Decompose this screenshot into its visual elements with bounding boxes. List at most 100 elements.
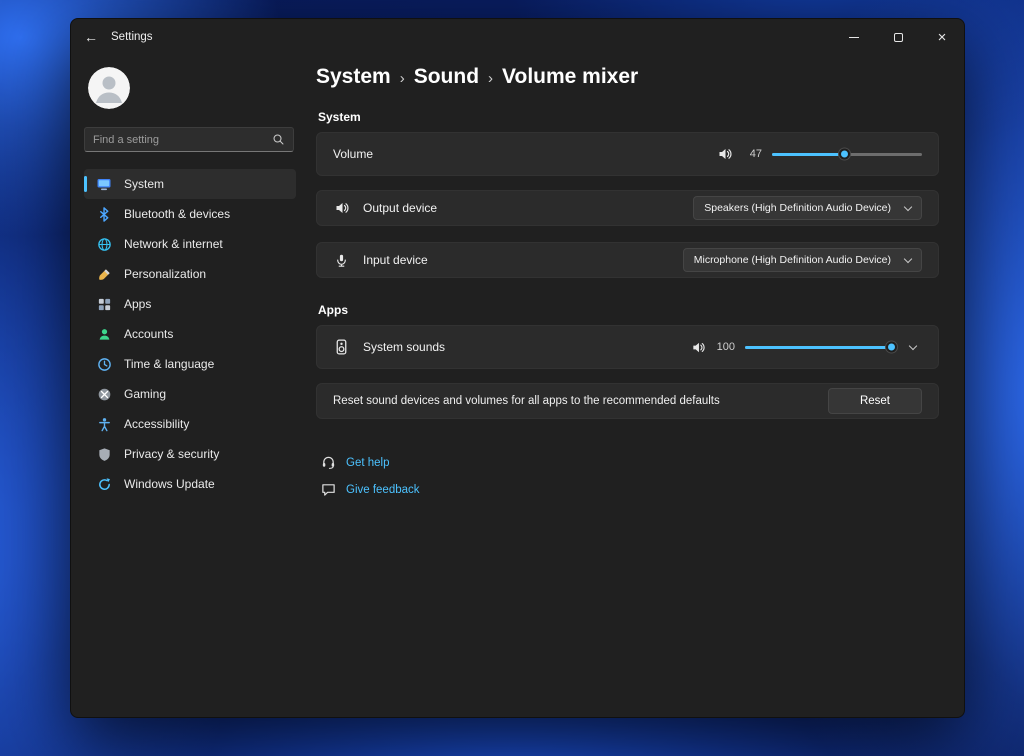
sidebar-item-privacy-security[interactable]: Privacy & security	[84, 439, 296, 469]
main-content: System › Sound › Volume mixer System Vol…	[306, 55, 964, 717]
get-help-row: Get help	[321, 455, 939, 470]
maximize-button[interactable]	[876, 19, 920, 55]
apps-grid-icon	[96, 296, 112, 312]
give-feedback-link[interactable]: Give feedback	[346, 484, 420, 496]
volume-card: Volume 47	[316, 132, 939, 176]
globe-icon	[96, 236, 112, 252]
slider-thumb[interactable]	[839, 149, 850, 160]
chevron-right-icon: ›	[488, 67, 493, 87]
system-sounds-slider[interactable]	[745, 339, 890, 355]
minimize-button[interactable]	[832, 19, 876, 55]
sidebar-item-personalization[interactable]: Personalization	[84, 259, 296, 289]
output-device-dropdown[interactable]: Speakers (High Definition Audio Device)	[693, 196, 922, 220]
sidebar: System Bluetooth & devices Network & int…	[71, 55, 306, 717]
brush-icon	[96, 266, 112, 282]
person-icon	[96, 326, 112, 342]
get-help-link[interactable]: Get help	[346, 457, 389, 469]
user-avatar-icon	[88, 67, 130, 109]
titlebar: ← Settings ×	[71, 19, 964, 55]
sidebar-item-accounts[interactable]: Accounts	[84, 319, 296, 349]
sidebar-item-accessibility[interactable]: Accessibility	[84, 409, 296, 439]
sidebar-item-gaming[interactable]: Gaming	[84, 379, 296, 409]
input-device-dropdown[interactable]: Microphone (High Definition Audio Device…	[683, 248, 922, 272]
reset-description: Reset sound devices and volumes for all …	[333, 395, 720, 407]
system-sounds-label: System sounds	[363, 340, 445, 354]
help-links: Get help Give feedback	[316, 455, 939, 497]
chevron-down-icon	[909, 341, 917, 349]
sidebar-item-windows-update[interactable]: Windows Update	[84, 469, 296, 499]
volume-value: 47	[743, 148, 762, 160]
slider-fill	[772, 153, 843, 156]
microphone-icon	[333, 252, 350, 269]
search-icon	[272, 133, 285, 146]
sidebar-item-label: Personalization	[124, 267, 206, 281]
caption-controls: ×	[832, 19, 964, 55]
slider-thumb[interactable]	[886, 342, 897, 353]
sidebar-item-label: Network & internet	[124, 237, 223, 251]
input-device-card: Input device Microphone (High Definition…	[316, 242, 939, 278]
sidebar-item-label: Apps	[124, 297, 151, 311]
close-button[interactable]: ×	[920, 19, 964, 55]
volume-slider[interactable]	[772, 146, 922, 162]
window-title: Settings	[111, 31, 153, 43]
breadcrumb-system[interactable]: System	[316, 65, 391, 89]
volume-controls: 47	[717, 146, 922, 162]
sidebar-item-time-language[interactable]: Time & language	[84, 349, 296, 379]
speaker-icon	[691, 340, 706, 355]
sidebar-item-network-internet[interactable]: Network & internet	[84, 229, 296, 259]
update-arrows-icon	[96, 476, 112, 492]
section-header-apps: Apps	[318, 303, 939, 317]
sidebar-item-label: System	[124, 177, 164, 191]
chevron-right-icon: ›	[400, 67, 405, 87]
maximize-icon	[894, 33, 903, 42]
output-device-card: Output device Speakers (High Definition …	[316, 190, 939, 226]
back-button[interactable]: ←	[71, 19, 111, 55]
speaker-icon	[333, 200, 350, 217]
headset-icon	[321, 455, 336, 470]
window-body: System Bluetooth & devices Network & int…	[71, 55, 964, 717]
system-sounds-app-icon	[333, 339, 350, 356]
system-sounds-controls: 100	[691, 338, 922, 356]
system-sounds-value: 100	[716, 341, 735, 353]
minimize-icon	[849, 37, 859, 38]
sidebar-item-label: Windows Update	[124, 477, 215, 491]
settings-window: ← Settings ×	[70, 18, 965, 718]
sidebar-item-label: Time & language	[124, 357, 214, 371]
sidebar-item-system[interactable]: System	[84, 169, 296, 199]
speaker-icon	[717, 146, 733, 162]
slider-fill	[745, 346, 890, 349]
sidebar-item-apps[interactable]: Apps	[84, 289, 296, 319]
output-device-value: Speakers (High Definition Audio Device)	[704, 202, 891, 214]
selected-indicator	[84, 176, 87, 192]
avatar[interactable]	[88, 67, 130, 109]
input-device-label: Input device	[363, 253, 428, 267]
sidebar-item-label: Bluetooth & devices	[124, 207, 230, 221]
breadcrumb: System › Sound › Volume mixer	[316, 65, 939, 89]
input-device-value: Microphone (High Definition Audio Device…	[694, 254, 891, 266]
bluetooth-icon	[96, 206, 112, 222]
shield-icon	[96, 446, 112, 462]
xbox-icon	[96, 386, 112, 402]
page-title: Volume mixer	[502, 65, 638, 89]
sidebar-item-label: Accounts	[124, 327, 173, 341]
desktop-wallpaper: ← Settings ×	[0, 0, 1024, 756]
breadcrumb-sound[interactable]: Sound	[414, 65, 479, 89]
sidebar-item-bluetooth-devices[interactable]: Bluetooth & devices	[84, 199, 296, 229]
sidebar-item-label: Privacy & security	[124, 447, 219, 461]
give-feedback-row: Give feedback	[321, 482, 939, 497]
reset-card: Reset sound devices and volumes for all …	[316, 383, 939, 419]
accessibility-icon	[96, 416, 112, 432]
reset-button[interactable]: Reset	[828, 388, 922, 414]
expand-button[interactable]	[904, 338, 922, 356]
search-input[interactable]	[93, 134, 272, 146]
system-sounds-card: System sounds 100	[316, 325, 939, 369]
chevron-down-icon	[904, 202, 912, 210]
close-icon: ×	[938, 29, 947, 46]
volume-label: Volume	[333, 147, 373, 161]
chevron-down-icon	[904, 254, 912, 262]
system-icon	[96, 176, 112, 192]
section-header-system: System	[318, 110, 939, 124]
clock-icon	[96, 356, 112, 372]
search-box	[84, 127, 294, 152]
sidebar-nav: System Bluetooth & devices Network & int…	[84, 169, 306, 499]
